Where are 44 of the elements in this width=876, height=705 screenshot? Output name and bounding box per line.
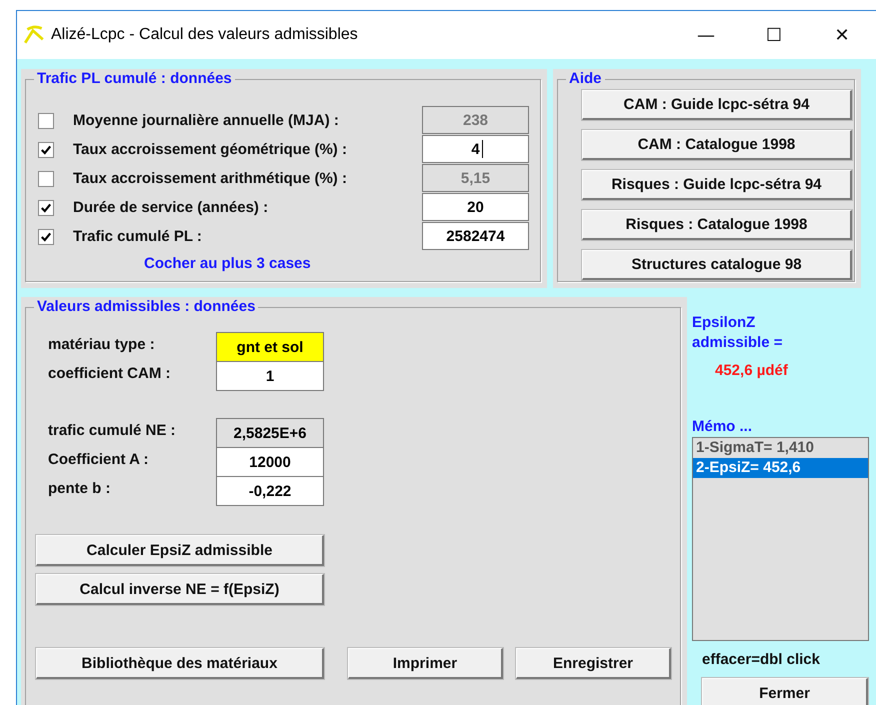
maximize-button[interactable]: ☐: [740, 13, 808, 57]
action-button[interactable]: Imprimer: [348, 648, 503, 679]
field-label: Coefficient A :: [48, 450, 150, 470]
input-field[interactable]: -0,222: [216, 476, 324, 506]
checkbox[interactable]: [38, 142, 54, 158]
action-button[interactable]: Bibliothèque des matériaux: [36, 648, 324, 679]
result-value: 452,6 µdéf: [715, 362, 789, 379]
help-button[interactable]: CAM : Catalogue 1998: [582, 130, 852, 160]
field-label: trafic cumulé NE :: [48, 421, 177, 441]
window-title: Alizé-Lcpc - Calcul des valeurs admissibles: [51, 26, 359, 44]
field-label: Taux accroissement arithmétique (%) :: [73, 170, 348, 187]
close-button[interactable]: ✕: [808, 13, 876, 57]
field-label: coefficient CAM :: [48, 364, 172, 384]
field-label: matériau type :: [48, 335, 156, 355]
list-item[interactable]: 2-EpsiZ= 452,6: [693, 458, 868, 478]
field-label: pente b :: [48, 479, 112, 499]
checkbox[interactable]: [38, 228, 54, 244]
help-button[interactable]: Risques : Guide lcpc-sétra 94: [582, 170, 852, 200]
minimize-button[interactable]: —: [672, 13, 740, 57]
action-button[interactable]: Enregistrer: [516, 648, 671, 679]
help-button[interactable]: Risques : Catalogue 1998: [582, 210, 852, 240]
field-label: Durée de service (années) :: [73, 199, 270, 216]
checkbox[interactable]: [38, 200, 54, 216]
calculate-button[interactable]: Calcul inverse NE = f(EpsiZ): [36, 574, 324, 605]
input-field[interactable]: gnt et sol: [216, 332, 324, 362]
help-button[interactable]: CAM : Guide lcpc-sétra 94: [582, 90, 852, 120]
hint-text: effacer=dbl click: [702, 651, 821, 668]
app-logo-icon: [23, 24, 45, 46]
hint-text: Cocher au plus 3 cases: [144, 255, 312, 272]
help-button[interactable]: Structures catalogue 98: [582, 250, 852, 280]
input-field[interactable]: 1: [216, 361, 324, 391]
field-label: Trafic cumulé PL :: [73, 228, 203, 245]
input-field[interactable]: 4: [422, 135, 529, 163]
field-label: Moyenne journalière annuelle (MJA) :: [73, 112, 340, 129]
field-label: Taux accroissement géométrique (%) :: [73, 141, 348, 158]
result-label: EpsilonZ admissible =: [692, 313, 784, 353]
memo-label: Mémo ...: [692, 418, 754, 435]
input-field[interactable]: 2582474: [422, 222, 529, 250]
memo-list[interactable]: 1-SigmaT= 1,410 2-EpsiZ= 452,6: [692, 437, 869, 641]
input-field[interactable]: 12000: [216, 447, 324, 477]
input-field[interactable]: 20: [422, 193, 529, 221]
list-item[interactable]: 1-SigmaT= 1,410: [693, 438, 868, 458]
calculate-button[interactable]: Calculer EpsiZ admissible: [36, 535, 324, 566]
close-dialog-button[interactable]: Fermer: [702, 678, 868, 705]
